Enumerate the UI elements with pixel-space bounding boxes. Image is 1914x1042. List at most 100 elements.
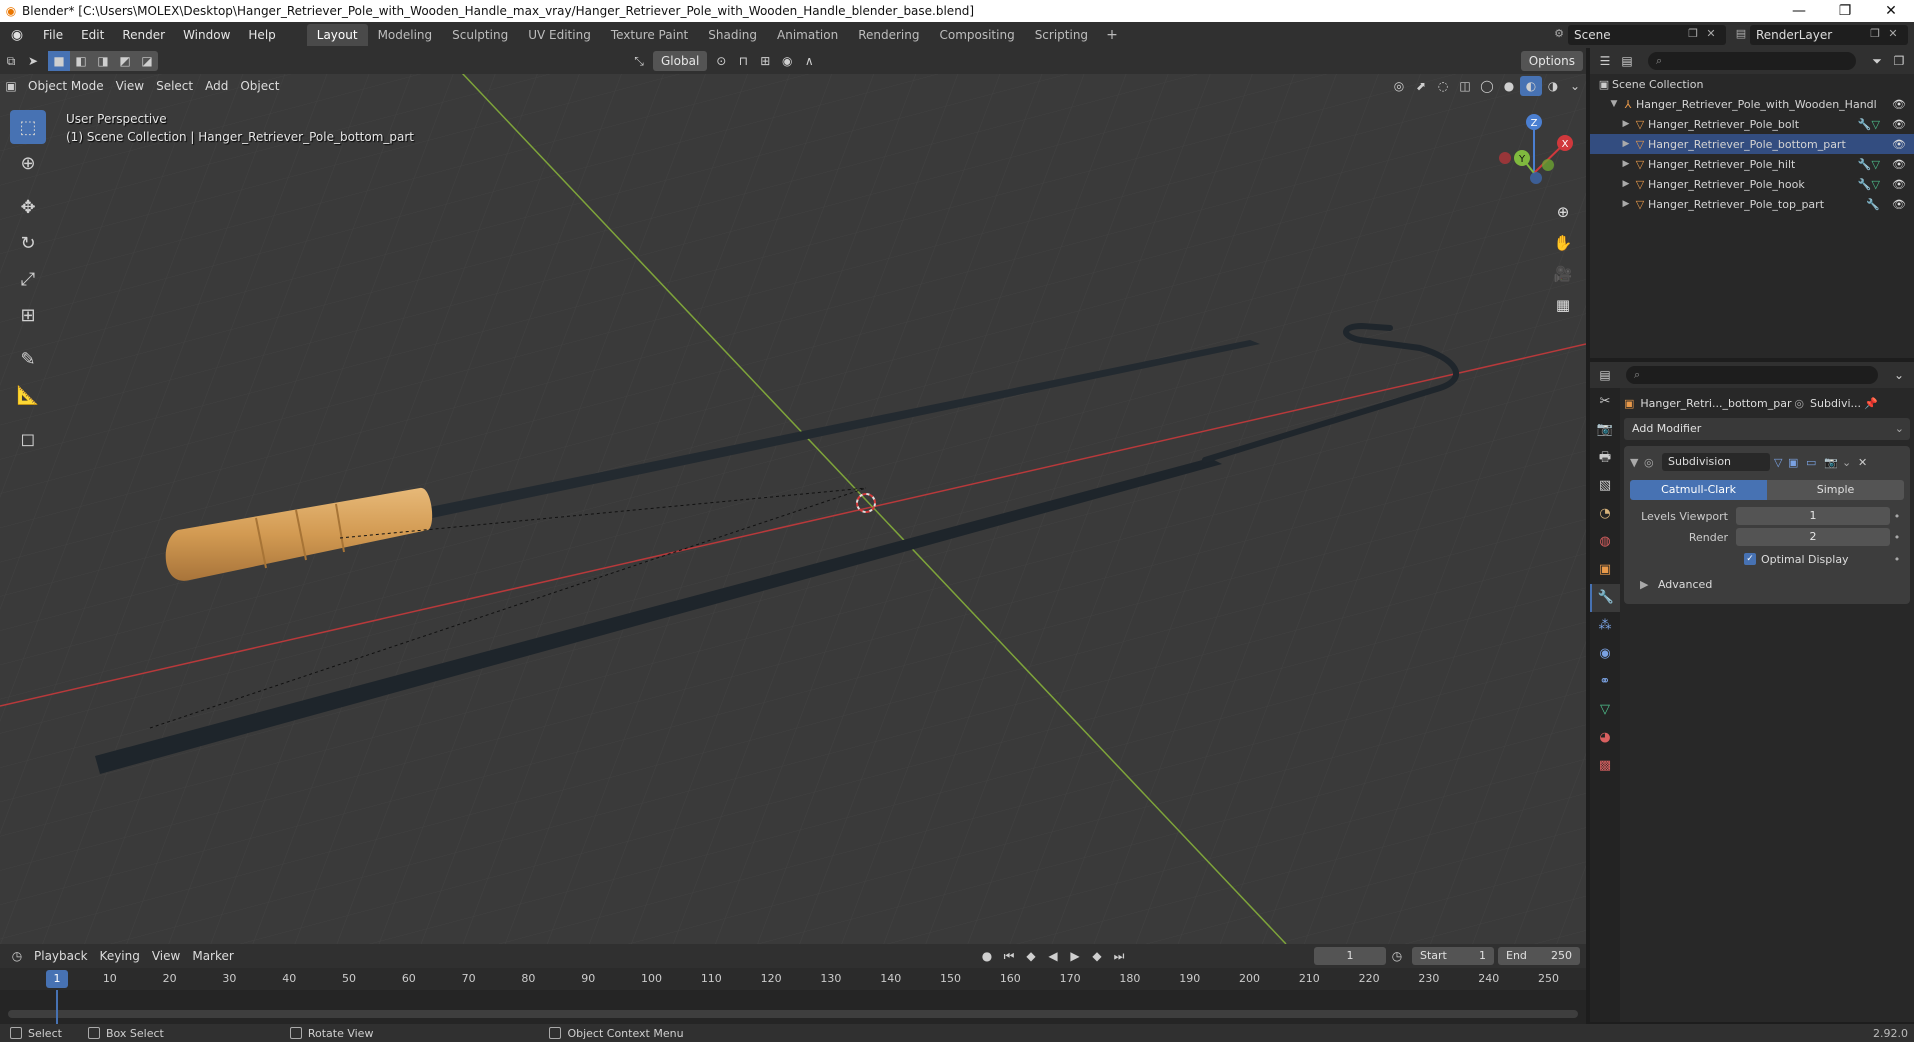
orientation-icon[interactable]: ⤡ [628, 51, 650, 71]
rotate-tool-icon[interactable]: ↻ [10, 226, 46, 260]
menu-add[interactable]: Add [199, 76, 234, 96]
jump-end-icon[interactable]: ⏭ [1108, 946, 1130, 966]
expand-triangle-icon[interactable]: ▼ [1608, 99, 1620, 109]
transform-tool-icon[interactable]: ⊞ [10, 298, 46, 332]
move-tool-icon[interactable]: ✥ [10, 190, 46, 224]
end-frame-field[interactable]: End 250 [1498, 947, 1580, 965]
keyframe-dot-icon[interactable]: • [1890, 510, 1904, 523]
pin-icon[interactable]: 📌 [1864, 397, 1878, 410]
pivot-icon[interactable]: ⊙ [710, 51, 732, 71]
advanced-section[interactable]: ▶ Advanced [1630, 574, 1904, 596]
levels-viewport-field[interactable]: 1 [1736, 507, 1890, 525]
modifier-wrench-icon[interactable]: 🔧 [1866, 198, 1880, 211]
object-name-field[interactable]: Hanger_Retri..._bottom_par [1634, 397, 1794, 410]
particles-tab-icon[interactable]: ⁂ [1590, 612, 1620, 640]
restore-icon[interactable]: ❐ [1822, 3, 1868, 19]
menu-object[interactable]: Object [234, 76, 285, 96]
parent-object-row[interactable]: ▼ ⅄ Hanger_Retriever_Pole_with_Wooden_Ha… [1590, 94, 1914, 114]
editmode-display-icon[interactable]: ▣ [1788, 456, 1806, 469]
collapse-triangle-icon[interactable]: ▶ [1620, 119, 1632, 129]
simple-button[interactable]: Simple [1767, 480, 1904, 500]
tab-shading[interactable]: Shading [698, 24, 767, 46]
snap-target-icon[interactable]: ⊞ [754, 51, 776, 71]
modifier-wrench-icon[interactable]: 🔧▽ [1858, 118, 1880, 131]
menu-edit[interactable]: Edit [72, 28, 113, 42]
view-layer-tab-icon[interactable]: ▧ [1590, 472, 1620, 500]
collapse-triangle-icon[interactable]: ▶ [1620, 139, 1632, 149]
select-tool-icon[interactable]: ➤ [22, 51, 44, 71]
outliner-search-input[interactable]: ⌕ [1648, 52, 1856, 70]
visibility-eye-icon[interactable]: 👁 [1892, 198, 1906, 211]
visibility-icon[interactable]: ◎ [1388, 76, 1410, 96]
3d-viewport[interactable]: Z X Y ⧉ ➤ ■ ◧ ◨ ◩ ◪ ⤡ Global ⊙ ⊓ ⊞ ◉ ∧ O… [0, 48, 1586, 944]
catmull-clark-button[interactable]: Catmull-Clark [1630, 480, 1767, 500]
constraints-tab-icon[interactable]: ⚭ [1590, 668, 1620, 696]
outliner-editor-icon[interactable]: ☰ [1594, 51, 1616, 71]
tab-uv-editing[interactable]: UV Editing [518, 24, 601, 46]
visibility-eye-icon[interactable]: 👁 [1892, 118, 1906, 131]
menu-timeline-view[interactable]: View [146, 946, 186, 966]
properties-search-input[interactable]: ⌕ [1626, 366, 1878, 384]
tab-rendering[interactable]: Rendering [848, 24, 929, 46]
collapse-triangle-icon[interactable]: ▼ [1630, 456, 1644, 469]
orientation-dropdown[interactable]: Global [653, 51, 708, 71]
material-shading-icon[interactable]: ◐ [1520, 76, 1542, 96]
render-tab-icon[interactable]: 📷 [1590, 416, 1620, 444]
snap-icon[interactable]: ⊓ [732, 51, 754, 71]
remove-modifier-icon[interactable]: ✕ [1858, 456, 1874, 469]
delete-scene-icon[interactable]: ✕ [1702, 27, 1720, 43]
select-invert-icon[interactable]: ◩ [114, 51, 136, 71]
scene-tab-icon[interactable]: ◔ [1590, 500, 1620, 528]
material-tab-icon[interactable]: ◕ [1590, 724, 1620, 752]
jump-start-icon[interactable]: ⏮ [998, 946, 1020, 966]
delete-view-layer-icon[interactable]: ✕ [1884, 27, 1902, 43]
measure-tool-icon[interactable]: 📐 [10, 378, 46, 412]
scene-selector[interactable]: Scene ❐ ✕ [1568, 25, 1726, 45]
modifier-wrench-icon[interactable]: 🔧▽ [1858, 158, 1880, 171]
modifier-wrench-icon[interactable]: 🔧▽ [1858, 178, 1880, 191]
tab-layout[interactable]: Layout [306, 24, 368, 46]
outliner-item[interactable]: ▶ ▽ Hanger_Retriever_Pole_top_part 🔧 👁 [1590, 194, 1914, 214]
overlay-toggle-icon[interactable]: ◌ [1432, 76, 1454, 96]
add-cube-tool-icon[interactable]: ◻ [10, 422, 46, 456]
editor-type-icon[interactable]: ⧉ [0, 51, 22, 71]
modifier-tab-icon[interactable]: 🔧 [1590, 584, 1620, 612]
visibility-eye-icon[interactable]: 👁 [1892, 178, 1906, 191]
tab-sculpting[interactable]: Sculpting [442, 24, 518, 46]
tab-modeling[interactable]: Modeling [368, 24, 443, 46]
menu-file[interactable]: File [34, 28, 72, 42]
solid-shading-icon[interactable]: ● [1498, 76, 1520, 96]
annotate-tool-icon[interactable]: ✎ [10, 342, 46, 376]
menu-window[interactable]: Window [174, 28, 239, 42]
data-tab-icon[interactable]: ▽ [1590, 696, 1620, 724]
select-box-tool-icon[interactable]: ⬚ [10, 110, 46, 144]
visibility-eye-icon[interactable]: 👁 [1892, 158, 1906, 171]
select-extend-icon[interactable]: ◧ [70, 51, 92, 71]
current-frame-field[interactable]: 1 [1314, 947, 1386, 965]
rendered-shading-icon[interactable]: ◑ [1542, 76, 1564, 96]
tab-scripting[interactable]: Scripting [1025, 24, 1098, 46]
keyframe-dot-icon[interactable]: • [1890, 531, 1904, 544]
filter-icon[interactable]: ⏷ [1866, 51, 1888, 71]
add-modifier-dropdown[interactable]: Add Modifier ⌄ [1624, 418, 1910, 440]
view-layer-icon[interactable]: ▤ [1732, 27, 1750, 43]
outliner-item[interactable]: ▶ ▽ Hanger_Retriever_Pole_hilt 🔧▽ 👁 [1590, 154, 1914, 174]
add-workspace-icon[interactable]: + [1098, 27, 1126, 43]
menu-render[interactable]: Render [113, 28, 174, 42]
scale-tool-icon[interactable]: ⤢ [10, 262, 46, 296]
physics-tab-icon[interactable]: ◉ [1590, 640, 1620, 668]
viewport-scene[interactable]: Z X Y [0, 48, 1586, 944]
menu-help[interactable]: Help [239, 28, 284, 42]
outliner-item[interactable]: ▶ ▽ Hanger_Retriever_Pole_hook 🔧▽ 👁 [1590, 174, 1914, 194]
collapse-triangle-icon[interactable]: ▶ [1620, 159, 1632, 169]
timeline-scrollbar[interactable] [8, 1010, 1578, 1018]
keyframe-dot-icon[interactable]: • [1890, 553, 1904, 566]
object-mode-icon[interactable]: ▣ [0, 76, 22, 96]
frame-ruler[interactable]: 1 10 20 30 40 50 60 70 80 90 100 110 120 130 140 150 16… [0, 968, 1586, 990]
render-display-icon[interactable]: 📷 [1824, 456, 1842, 469]
output-tab-icon[interactable]: 🖶 [1590, 444, 1620, 472]
world-tab-icon[interactable]: ◍ [1590, 528, 1620, 556]
play-reverse-icon[interactable]: ◀ [1042, 946, 1064, 966]
modifier-context-label[interactable]: Subdivi... [1804, 397, 1864, 410]
texture-tab-icon[interactable]: ▩ [1590, 752, 1620, 780]
